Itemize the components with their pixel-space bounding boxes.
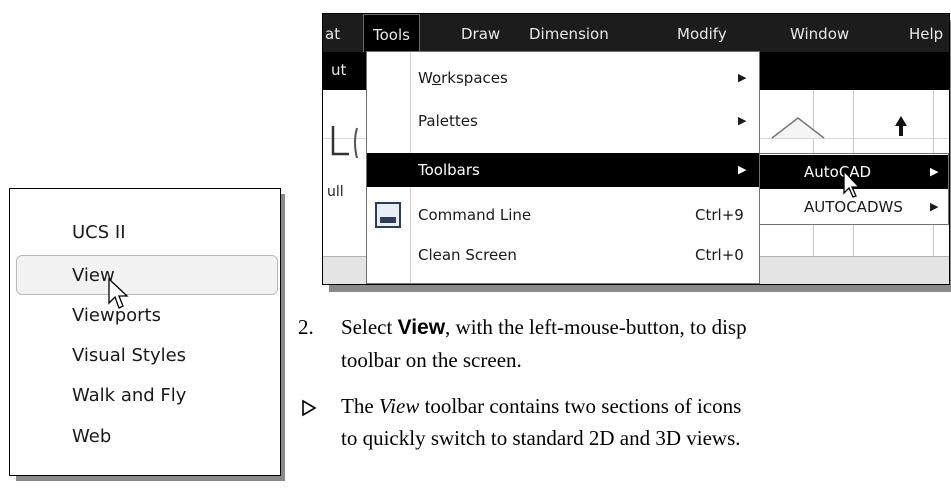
mouse-pointer-icon — [108, 277, 129, 309]
list-item-label: Walk and Fly — [72, 385, 187, 406]
ribbon-tab-partial[interactable]: ut — [331, 52, 346, 88]
toolbar-list-screenshot: • • • UCS II View Viewports Visual Style… — [9, 188, 281, 476]
menu-item-palettes[interactable]: Palettes ▶ — [367, 104, 759, 138]
note-text-italic: View — [378, 394, 420, 418]
clean-screen-label: Clean Screen — [418, 246, 517, 264]
note-text: The View toolbar contains two sections o… — [341, 394, 741, 419]
menu-item-modify[interactable]: Modify — [677, 14, 727, 52]
list-item-walk-and-fly[interactable]: Walk and Fly — [10, 376, 280, 416]
menu-item-tools[interactable]: Tools — [363, 14, 420, 52]
list-item-label: Visual Styles — [72, 345, 187, 366]
submenu-arrow-icon: ▶ — [738, 163, 747, 176]
menu-item-workspaces[interactable]: Workspaces ▶ — [367, 61, 759, 95]
step-text: Select View, with the left-mouse-button,… — [341, 315, 747, 340]
clipped-list-item: • • • — [72, 189, 124, 196]
command-line-shortcut: Ctrl+9 — [695, 206, 744, 224]
list-item-viewports[interactable]: Viewports — [10, 296, 280, 336]
list-item-web[interactable]: Web — [10, 417, 280, 457]
submenu-arrow-icon: ▶ — [930, 200, 939, 213]
up-arrow-icon[interactable] — [891, 114, 911, 138]
list-item-ucs-ii[interactable]: UCS II — [10, 213, 280, 253]
note-text-line2: to quickly switch to standard 2D and 3D … — [341, 426, 741, 450]
polygon-tool-icon[interactable] — [768, 112, 828, 142]
palettes-label: Palettes — [418, 112, 478, 130]
menu-item-format-partial[interactable]: at — [325, 14, 340, 52]
note-text-post: toolbar contains two sections of icons — [419, 394, 742, 418]
step-text-pre: Select — [341, 315, 398, 339]
tools-menu-screenshot: at Tools Draw Dimension Modify Window He… — [322, 13, 950, 285]
list-item-label: Web — [72, 426, 112, 447]
toolbars-label: Toolbars — [418, 161, 480, 179]
mouse-pointer-icon — [843, 169, 861, 198]
menu-item-help[interactable]: Help — [909, 14, 943, 52]
submenu-arrow-icon: ▶ — [738, 114, 747, 127]
workspaces-label: Workspaces — [418, 69, 508, 87]
step-number: 2. — [298, 315, 314, 339]
submenu-arrow-icon: ▶ — [738, 71, 747, 84]
list-item-label: UCS II — [72, 222, 126, 243]
step-text-line2: toolbar on the screen. — [341, 348, 522, 372]
menu-item-command-line[interactable]: Command Line Ctrl+9 — [367, 198, 759, 232]
menu-separator — [367, 283, 759, 284]
bullet-arrow-icon — [302, 399, 317, 417]
submenu-arrow-icon: ▶ — [930, 165, 939, 178]
list-item-view[interactable]: View — [16, 255, 278, 295]
menu-item-dimension[interactable]: Dimension — [529, 14, 609, 52]
menu-item-clean-screen[interactable]: Clean Screen Ctrl+0 — [367, 238, 759, 272]
pull-tool-label-partial: ull — [327, 184, 344, 200]
menu-bar: at Tools Draw Dimension Modify Window He… — [323, 14, 949, 52]
menu-item-draw[interactable]: Draw — [461, 14, 500, 52]
menu-item-toolbars[interactable]: Toolbars ▶ — [367, 153, 759, 187]
step-text-post: , with the left-mouse-button, to disp — [445, 315, 747, 339]
step-text-bold: View — [397, 316, 446, 339]
menu-item-window[interactable]: Window — [790, 14, 849, 52]
command-line-label: Command Line — [418, 206, 532, 224]
clean-screen-shortcut: Ctrl+0 — [695, 246, 744, 264]
line-tool-icon[interactable] — [327, 124, 363, 166]
tools-dropdown-menu: Workspaces ▶ Palettes ▶ Toolbars ▶ Comma… — [366, 51, 760, 284]
command-line-icon — [375, 202, 401, 228]
list-item-visual-styles[interactable]: Visual Styles — [10, 336, 280, 376]
note-text-pre: The — [341, 394, 379, 418]
